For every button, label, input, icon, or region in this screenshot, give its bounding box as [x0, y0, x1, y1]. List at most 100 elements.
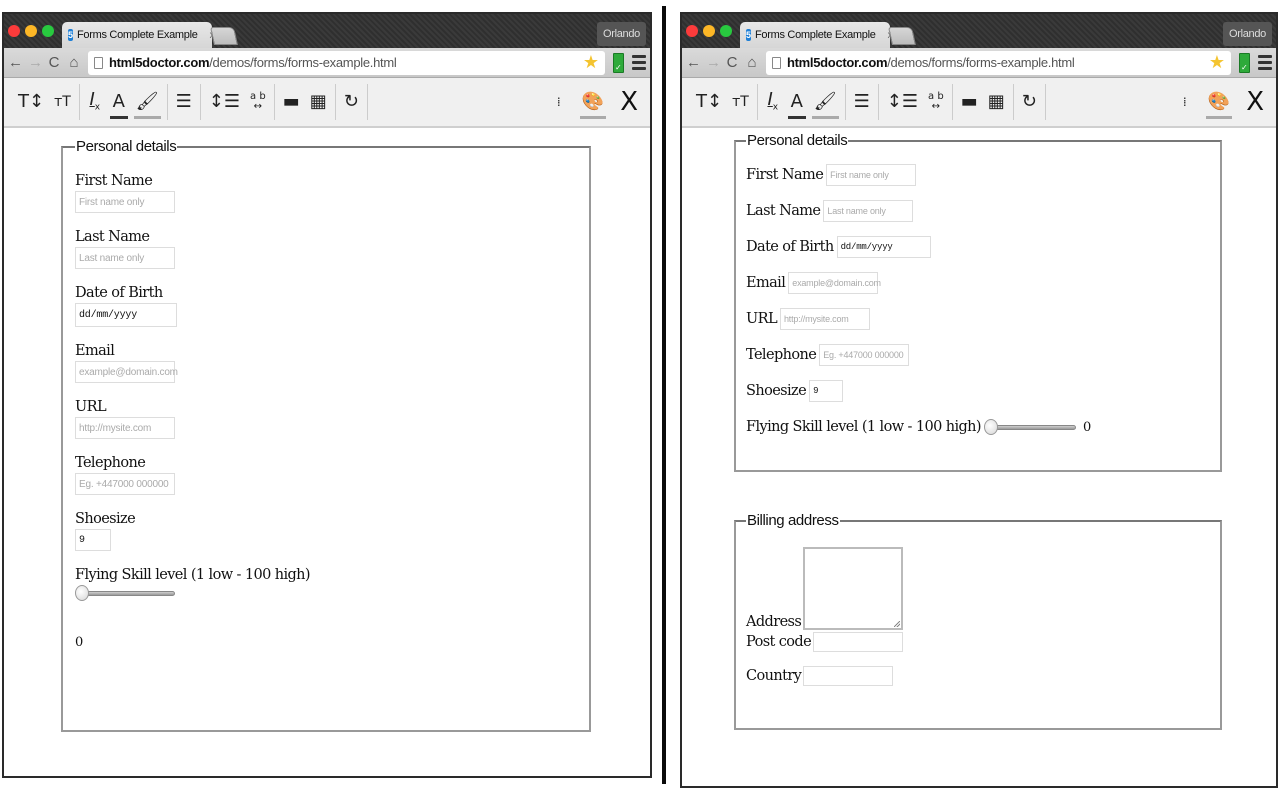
form-row-skill: Flying Skill level (1 low - 100 high) — [75, 567, 577, 601]
address-textarea[interactable] — [803, 547, 904, 630]
form-row-shoesize: Shoesize 9 — [75, 511, 577, 551]
back-icon[interactable]: ← — [8, 55, 23, 70]
clear-format-icon[interactable]: Ix — [766, 91, 780, 113]
line-spacing-icon[interactable]: ↕☰ — [209, 93, 240, 111]
palette-icon[interactable]: 🎨 — [1205, 93, 1233, 119]
last-name-input[interactable]: Last name only — [823, 200, 914, 222]
fieldset-legend: Personal details — [76, 138, 177, 155]
text-color-icon[interactable]: A — [109, 93, 128, 119]
date-of-birth-input[interactable]: dd/mm/yyyy — [75, 303, 177, 327]
grid-icon[interactable]: ▦ — [310, 93, 327, 111]
forward-icon[interactable]: → — [28, 55, 43, 70]
font-size-icon[interactable]: T↕ — [18, 93, 44, 111]
editor-toolbar: T↕ ᴛT Ix A 🖌 ☰ ↕☰ a b ↔ ▬ ▦ ↻ ⁞ 🎨 X — [4, 78, 650, 128]
url-input[interactable]: http://mysite.com — [75, 417, 175, 439]
reload-icon[interactable]: C — [726, 55, 738, 70]
browser-window-right: 5 Forms Complete Example x Orlando ← → C… — [680, 12, 1278, 788]
letter-spacing-icon[interactable]: a b ↔ — [250, 92, 266, 112]
window-controls — [686, 25, 732, 37]
telephone-input[interactable]: Eg. +447000 000000 — [75, 473, 175, 495]
browser-window-left: 5 Forms Complete Example x Orlando ← → C… — [2, 12, 652, 778]
home-icon[interactable]: ⌂ — [68, 55, 80, 70]
field-label: Flying Skill level (1 low - 100 high) — [75, 567, 311, 583]
more-icon[interactable]: ⁞ — [1178, 96, 1192, 108]
email-input[interactable]: example@domain.com — [75, 361, 178, 383]
browser-tab[interactable]: 5 Forms Complete Example x — [740, 22, 893, 48]
last-name-input[interactable]: Last name only — [75, 247, 175, 269]
align-icon[interactable]: ☰ — [854, 93, 870, 111]
skill-slider[interactable] — [983, 419, 1076, 435]
highlight-color-icon[interactable]: 🖌 — [811, 93, 839, 119]
maximize-window-button[interactable] — [720, 25, 732, 37]
telephone-input[interactable]: Eg. +447000 000000 — [819, 344, 910, 366]
shoesize-input[interactable]: 9 — [75, 529, 111, 551]
field-label: First Name — [746, 167, 824, 183]
new-tab-button[interactable] — [210, 27, 238, 45]
bookmark-star-icon[interactable]: ★ — [583, 52, 599, 73]
refresh-icon[interactable]: ↻ — [344, 93, 359, 111]
menu-icon[interactable] — [632, 55, 646, 70]
home-icon[interactable]: ⌂ — [746, 55, 758, 70]
close-toolbar-button[interactable]: X — [620, 89, 638, 115]
back-icon[interactable]: ← — [686, 55, 701, 70]
bookmark-star-icon[interactable]: ★ — [1209, 52, 1225, 73]
font-size-small-icon[interactable]: ᴛT — [732, 95, 749, 109]
extension-icon[interactable] — [1239, 52, 1250, 73]
refresh-icon[interactable]: ↻ — [1022, 93, 1037, 111]
page-content: Personal details First Name First name o… — [682, 128, 1276, 754]
slider-thumb[interactable] — [983, 419, 998, 435]
url-text[interactable]: html5doctor.com/demos/forms/forms-exampl… — [787, 55, 1075, 70]
address-bar[interactable]: html5doctor.com/demos/forms/forms-exampl… — [766, 50, 1231, 75]
field-label: Shoesize — [75, 511, 136, 527]
field-label: URL — [746, 311, 778, 327]
url-input[interactable]: http://mysite.com — [779, 308, 870, 330]
maximize-window-button[interactable] — [42, 25, 54, 37]
form-row-dob: Date of Birth dd/mm/yyyy — [75, 285, 577, 327]
url-text[interactable]: html5doctor.com/demos/forms/forms-exampl… — [109, 55, 397, 70]
shoesize-input[interactable]: 9 — [809, 380, 844, 402]
first-name-input[interactable]: First name only — [826, 164, 917, 186]
minimize-window-button[interactable] — [703, 25, 715, 37]
close-toolbar-button[interactable]: X — [1246, 89, 1264, 115]
letter-spacing-icon[interactable]: a b ↔ — [928, 92, 944, 112]
minimize-window-button[interactable] — [25, 25, 37, 37]
email-input[interactable]: example@domain.com — [788, 272, 881, 294]
form-row-postcode: Post code — [746, 632, 1210, 652]
browser-tab[interactable]: 5 Forms Complete Example x — [62, 22, 215, 48]
line-spacing-icon[interactable]: ↕☰ — [887, 93, 918, 111]
more-icon[interactable]: ⁞ — [552, 96, 566, 108]
grid-icon[interactable]: ▦ — [988, 93, 1005, 111]
forward-icon[interactable]: → — [706, 55, 721, 70]
menu-icon[interactable] — [1258, 55, 1272, 70]
navigation-bar: ← → C ⌂ html5doctor.com/demos/forms/form… — [4, 48, 650, 78]
form-row-last-name: Last Name Last name only — [75, 229, 577, 269]
font-size-icon[interactable]: T↕ — [696, 93, 722, 111]
slider-thumb[interactable] — [75, 585, 89, 601]
title-bar: 5 Forms Complete Example x Orlando — [4, 14, 650, 48]
date-of-birth-input[interactable]: dd/mm/yyyy — [836, 236, 931, 258]
form-row-email: Email example@domain.com — [75, 343, 577, 383]
country-input[interactable] — [803, 666, 894, 686]
profile-button[interactable]: Orlando — [1222, 22, 1272, 46]
tab-title: Forms Complete Example — [755, 29, 876, 41]
clear-format-icon[interactable]: Ix — [88, 91, 102, 113]
personal-details-fieldset: Personal details First Name First name o… — [734, 132, 1222, 472]
ruler-icon[interactable]: ▬ — [283, 93, 300, 111]
text-color-icon[interactable]: A — [787, 93, 806, 119]
palette-icon[interactable]: 🎨 — [579, 93, 607, 119]
new-tab-button[interactable] — [888, 27, 916, 45]
font-size-small-icon[interactable]: ᴛT — [54, 95, 71, 109]
ruler-icon[interactable]: ▬ — [961, 93, 978, 111]
reload-icon[interactable]: C — [48, 55, 60, 70]
close-window-button[interactable] — [8, 25, 20, 37]
skill-slider[interactable] — [75, 585, 175, 601]
address-bar[interactable]: html5doctor.com/demos/forms/forms-exampl… — [88, 50, 605, 75]
favicon-icon: 5 — [68, 29, 74, 41]
close-window-button[interactable] — [686, 25, 698, 37]
extension-icon[interactable] — [613, 52, 624, 73]
profile-button[interactable]: Orlando — [596, 22, 646, 46]
highlight-color-icon[interactable]: 🖌 — [133, 93, 161, 119]
first-name-input[interactable]: First name only — [75, 191, 175, 213]
align-icon[interactable]: ☰ — [176, 93, 192, 111]
postcode-input[interactable] — [813, 632, 904, 652]
